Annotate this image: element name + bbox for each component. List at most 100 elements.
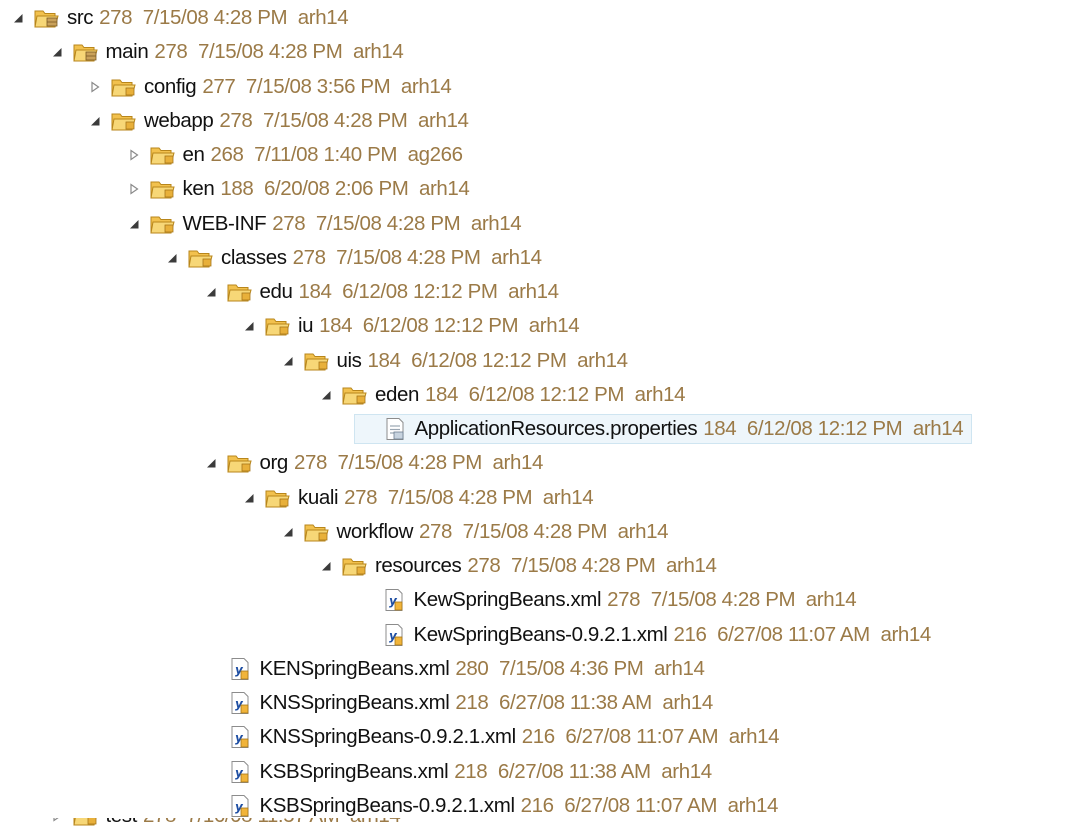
tree-item-revision-info: 278 7/15/08 4:28 PM arh14 [419, 519, 669, 543]
collapse-arrow-icon[interactable] [49, 44, 65, 60]
tree-item-name: edu [259, 280, 293, 303]
source-folder-icon [33, 6, 61, 30]
tree-item-name: workflow [336, 519, 414, 543]
tree-item-revision-info: 278 7/15/08 4:28 PM arh14 [467, 554, 717, 577]
tree-item-applicationresources-properties[interactable]: ApplicationResources.properties 184 6/12/… [353, 414, 973, 444]
tree-item-knsspringbeans-xml[interactable]: y KNSSpringBeans.xml 218 6/27/08 11:38 AM … [203, 688, 713, 718]
tree-item-revision-info: 216 6/27/08 11:07 AM arh14 [520, 793, 779, 817]
tree-item-revision-info: 278 7/15/08 4:28 PM arh14 [344, 485, 594, 509]
folder-icon [72, 818, 100, 828]
xml-file-icon: y [226, 725, 254, 749]
expand-arrow-icon[interactable] [126, 147, 142, 163]
folder-icon [226, 451, 254, 475]
tree-item-revision-info: 188 6/20/08 2:06 PM arh14 [220, 177, 470, 201]
tree-item-name: classes [221, 245, 287, 269]
collapse-arrow-icon[interactable] [87, 113, 103, 129]
tree-item-uis[interactable]: uis 184 6/12/08 12:12 PM arh14 [280, 346, 628, 376]
tree-item-name: eden [375, 382, 420, 406]
tree-item-test[interactable]: test 278 7/16/08 11:57 AM arh14 [49, 818, 401, 830]
tree-item-revision-info: 184 6/12/08 12:12 PM arh14 [319, 314, 580, 338]
tree-item-ken[interactable]: ken 188 6/20/08 2:06 PM arh14 [126, 174, 470, 204]
tree-item-revision-info: 184 6/12/08 12:12 PM arh14 [298, 280, 559, 303]
tree-item-en[interactable]: en 268 7/11/08 1:40 PM ag266 [126, 140, 463, 170]
collapse-arrow-icon[interactable] [241, 318, 257, 334]
xml-file-icon: y [226, 794, 254, 818]
tree-item-name: KENSpringBeans.xml [259, 656, 450, 680]
tree-item-main[interactable]: main 278 7/15/08 4:28 PM arh14 [49, 37, 404, 67]
tree-item-revision-info: 278 7/15/08 4:28 PM arh14 [154, 40, 404, 64]
tree-item-revision-info: 277 7/15/08 3:56 PM arh14 [202, 74, 452, 98]
tree-item-kuali[interactable]: kuali 278 7/15/08 4:28 PM arh14 [241, 483, 594, 513]
tree-item-name: ApplicationResources.properties [414, 417, 698, 440]
folder-icon [149, 212, 177, 236]
tree-item-webapp[interactable]: webapp 278 7/15/08 4:28 PM arh14 [87, 106, 469, 136]
tree-item-revision-info: 216 6/27/08 11:07 AM arh14 [673, 622, 931, 646]
folder-icon [149, 177, 177, 201]
project-explorer-tree[interactable]: src 278 7/15/08 4:28 PM arh14 main 278 7/15… [0, 0, 1073, 830]
tree-item-name: uis [336, 348, 362, 372]
tree-item-name: main [105, 40, 149, 64]
expand-arrow-icon[interactable] [49, 818, 65, 824]
tree-item-kewspringbeans-xml[interactable]: y KewSpringBeans.xml 278 7/15/08 4:28 PM a… [357, 585, 857, 615]
collapse-arrow-icon[interactable] [241, 490, 257, 506]
tree-item-name: KewSpringBeans-0.9.2.1.xml [413, 622, 668, 646]
tree-item-revision-info: 278 7/15/08 4:28 PM arh14 [99, 6, 349, 29]
collapse-arrow-icon[interactable] [318, 558, 334, 574]
tree-item-name: ken [182, 177, 215, 201]
tree-item-kewspringbeans-0-9-2-1-xml[interactable]: y KewSpringBeans-0.9.2.1.xml 216 6/27/08 1… [357, 620, 931, 650]
tree-item-name: webapp [144, 108, 214, 132]
collapse-arrow-icon[interactable] [203, 284, 219, 300]
tree-item-revision-info: 184 6/12/08 12:12 PM arh14 [367, 348, 628, 372]
collapse-arrow-icon[interactable] [280, 524, 296, 540]
collapse-arrow-icon[interactable] [126, 216, 142, 232]
tree-item-name: KewSpringBeans.xml [413, 588, 602, 612]
collapse-arrow-icon[interactable] [203, 455, 219, 471]
tree-item-revision-info: 278 7/15/08 4:28 PM arh14 [219, 108, 469, 132]
xml-file-icon: y [380, 623, 408, 647]
tree-item-revision-info: 218 6/27/08 11:38 AM arh14 [454, 759, 712, 783]
tree-item-ksbspringbeans-0-9-2-1-xml[interactable]: y KSBSpringBeans-0.9.2.1.xml 216 6/27/08 1… [203, 791, 779, 821]
tree-item-name: org [259, 451, 289, 475]
folder-icon [264, 486, 292, 510]
tree-item-resources[interactable]: resources 278 7/15/08 4:28 PM arh14 [318, 551, 717, 581]
folder-icon [303, 349, 331, 373]
tree-item-name: src [67, 6, 94, 29]
tree-item-iu[interactable]: iu 184 6/12/08 12:12 PM arh14 [241, 311, 580, 341]
xml-file-icon: y [226, 760, 254, 784]
tree-item-config[interactable]: config 277 7/15/08 3:56 PM arh14 [87, 72, 452, 102]
folder-icon [110, 75, 138, 99]
tree-item-revision-info: 218 6/27/08 11:38 AM arh14 [455, 691, 713, 714]
tree-item-revision-info: 184 6/12/08 12:12 PM arh14 [425, 382, 686, 406]
tree-item-revision-info: 278 7/15/08 4:28 PM arh14 [272, 211, 522, 235]
tree-item-ksbspringbeans-xml[interactable]: y KSBSpringBeans.xml 218 6/27/08 11:38 AM … [203, 757, 712, 787]
tree-item-revision-info: 280 7/15/08 4:36 PM arh14 [455, 656, 705, 680]
tree-item-org[interactable]: org 278 7/15/08 4:28 PM arh14 [203, 448, 543, 478]
expand-arrow-icon[interactable] [126, 181, 142, 197]
collapse-arrow-icon[interactable] [164, 250, 180, 266]
tree-item-web-inf[interactable]: WEB-INF 278 7/15/08 4:28 PM arh14 [126, 209, 522, 239]
tree-item-name: WEB-INF [182, 211, 267, 235]
tree-item-name: resources [375, 554, 462, 577]
expand-arrow-icon[interactable] [87, 79, 103, 95]
tree-item-revision-info: 184 6/12/08 12:12 PM arh14 [703, 417, 964, 440]
tree-item-knsspringbeans-0-9-2-1-xml[interactable]: y KNSSpringBeans-0.9.2.1.xml 216 6/27/08 1… [203, 722, 780, 752]
collapse-arrow-icon[interactable] [280, 353, 296, 369]
tree-item-revision-info: 278 7/15/08 4:28 PM arh14 [292, 245, 542, 269]
partially-visible-row: test 278 7/16/08 11:57 AM arh14 [0, 818, 1073, 830]
tree-item-name: KNSSpringBeans-0.9.2.1.xml [259, 725, 517, 749]
collapse-arrow-icon[interactable] [318, 387, 334, 403]
tree-item-workflow[interactable]: workflow 278 7/15/08 4:28 PM arh14 [280, 517, 669, 547]
tree-item-src[interactable]: src 278 7/15/08 4:28 PM arh14 [10, 3, 349, 33]
folder-icon [110, 109, 138, 133]
properties-file-icon [381, 417, 409, 441]
tree-item-classes[interactable]: classes 278 7/15/08 4:28 PM arh14 [164, 243, 542, 273]
tree-item-revision-info: 268 7/11/08 1:40 PM ag266 [210, 143, 464, 166]
tree-item-revision-info: 278 7/16/08 11:57 AM arh14 [143, 818, 401, 828]
tree-item-kenspringbeans-xml[interactable]: y KENSpringBeans.xml 280 7/15/08 4:36 PM a… [203, 654, 705, 684]
tree-item-name: test [106, 818, 138, 828]
tree-item-revision-info: 278 7/15/08 4:28 PM arh14 [293, 451, 543, 475]
collapse-arrow-icon[interactable] [10, 10, 26, 26]
tree-item-edu[interactable]: edu 184 6/12/08 12:12 PM arh14 [203, 277, 559, 307]
tree-item-eden[interactable]: eden 184 6/12/08 12:12 PM arh14 [318, 380, 685, 410]
xml-file-icon: y [226, 691, 254, 715]
